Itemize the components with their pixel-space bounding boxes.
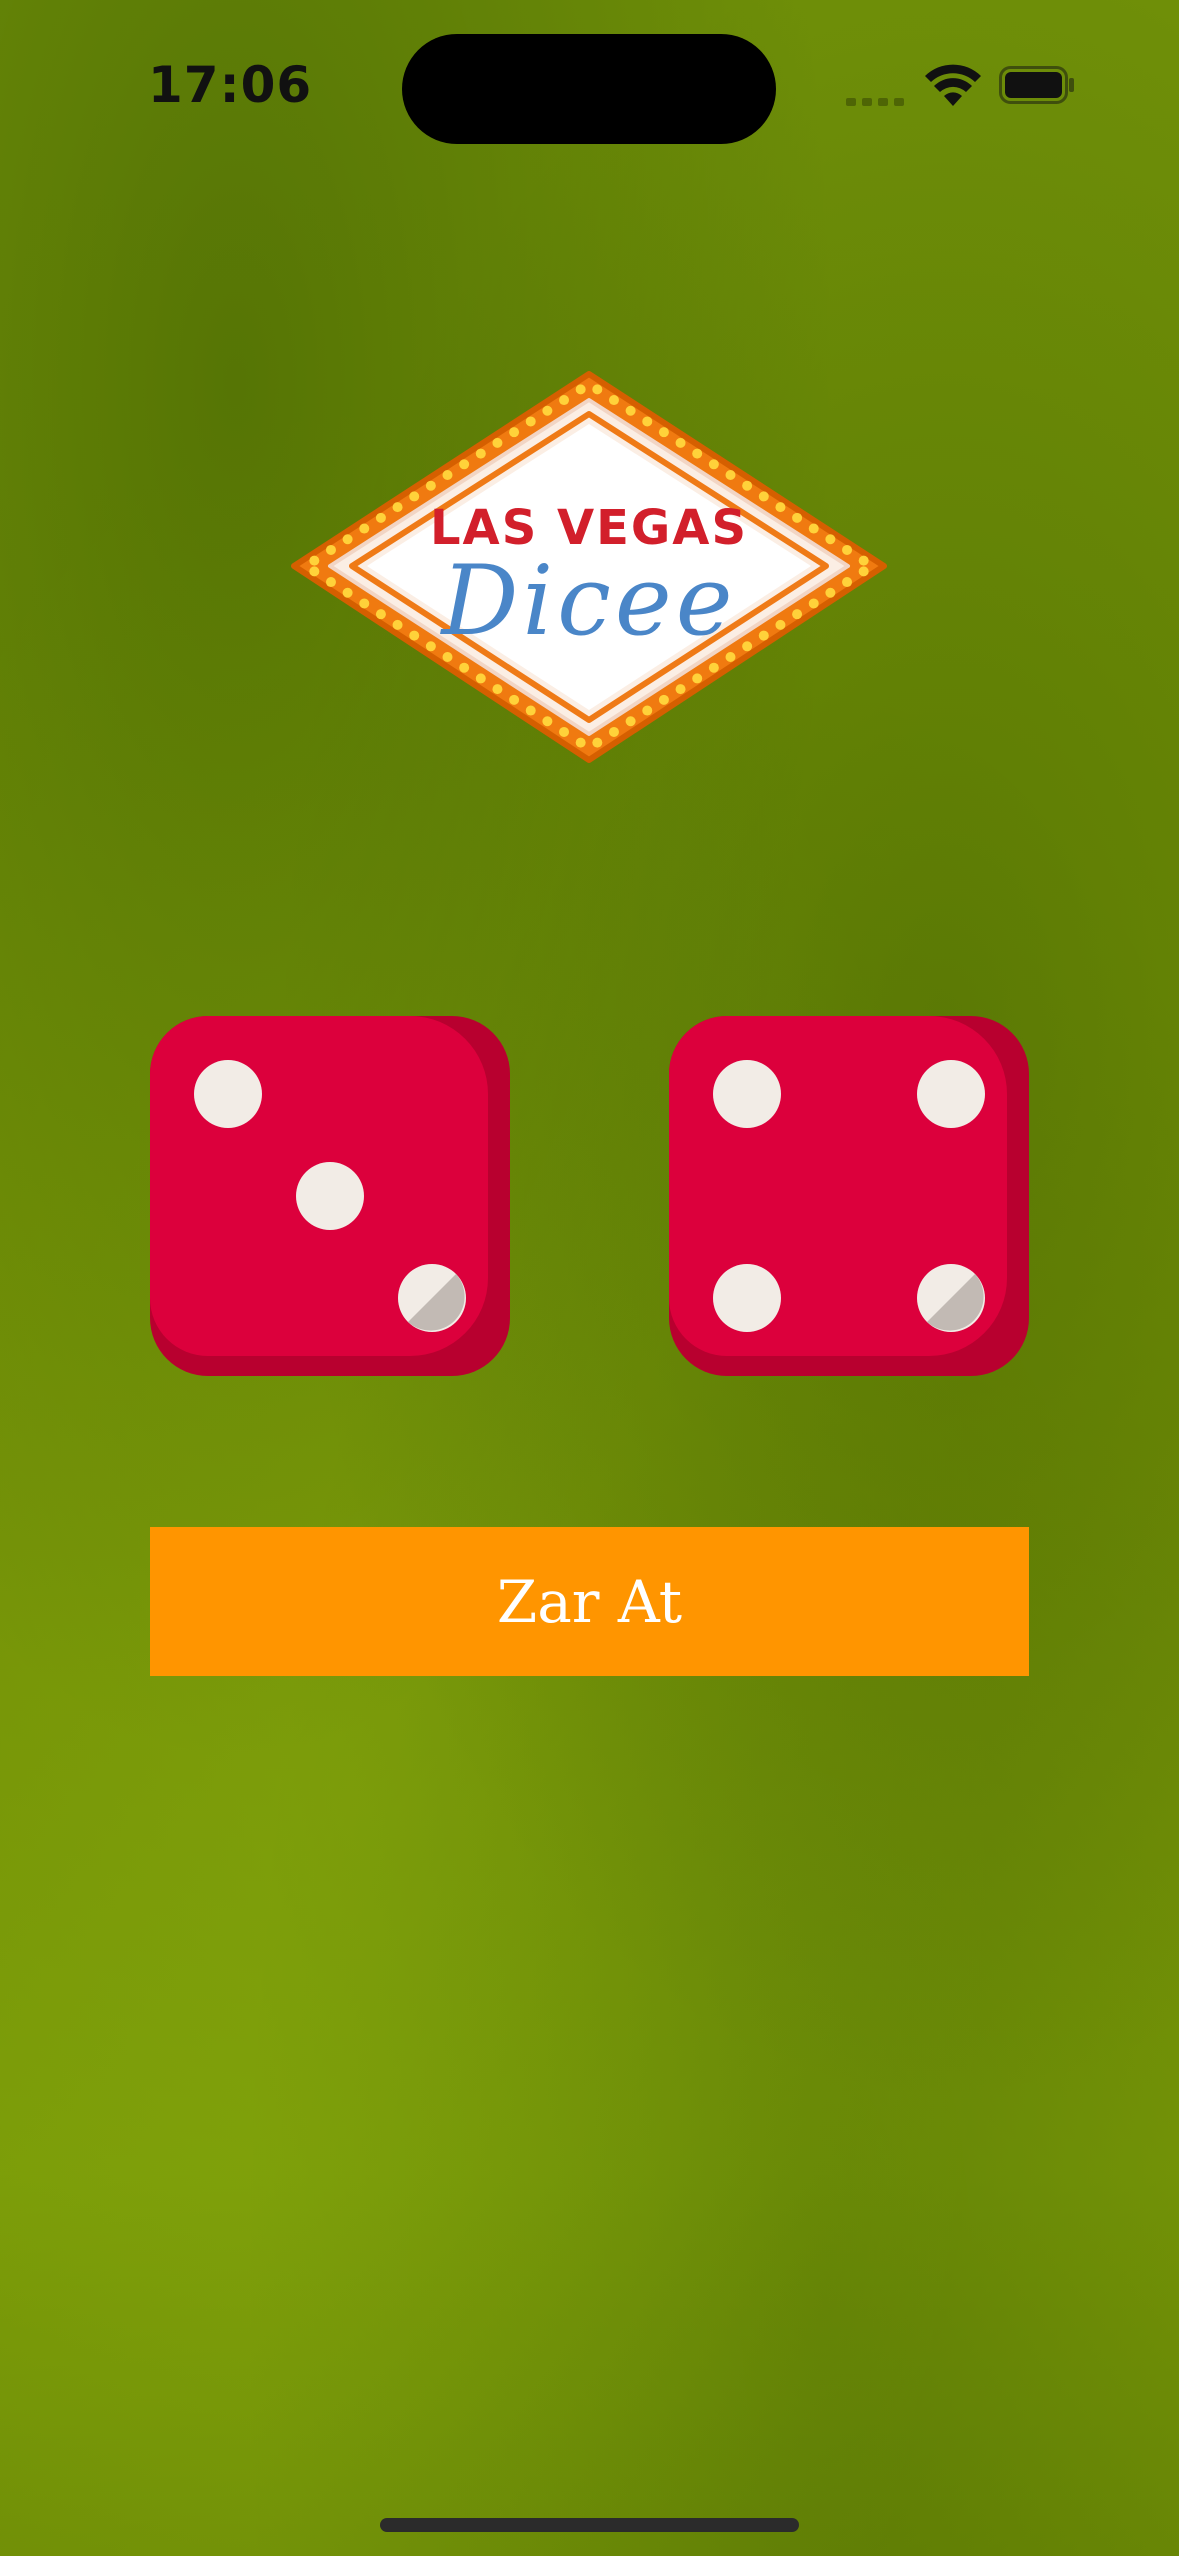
logo-bulb — [425, 641, 436, 652]
logo-bulb — [692, 448, 703, 459]
logo-bulb — [392, 502, 403, 513]
logo-bulb — [808, 523, 819, 534]
logo-bulb — [342, 587, 353, 598]
logo-bulb — [525, 705, 536, 716]
logo-bulb — [642, 705, 653, 716]
logo-bulb — [658, 694, 669, 705]
logo-bulb — [775, 619, 786, 630]
dice-area — [150, 1016, 1030, 1378]
logo-bulb — [492, 684, 503, 695]
logo-bulb — [858, 555, 869, 566]
las-vegas-dicee-logo: LAS VEGAS Dicee — [291, 371, 887, 763]
logo-bulb — [842, 577, 853, 588]
logo-bulb — [792, 609, 803, 620]
logo-bulb — [825, 534, 836, 545]
logo-bulb — [725, 470, 736, 480]
logo-bulb — [559, 726, 570, 737]
battery-icon — [999, 66, 1074, 104]
die-pip — [194, 1060, 262, 1128]
logo-bulb — [575, 737, 586, 748]
logo-bulb — [658, 427, 669, 438]
roll-dice-button[interactable]: Zar At — [150, 1527, 1029, 1676]
logo-bulb — [592, 737, 603, 748]
logo-bulb — [758, 630, 769, 641]
left-die[interactable] — [150, 1016, 510, 1376]
logo-bulb — [475, 673, 486, 684]
logo-bulb — [459, 459, 470, 470]
logo-bulb — [758, 491, 769, 502]
logo-bulb — [359, 523, 370, 534]
logo-bulb — [309, 566, 320, 577]
logo-bulb — [509, 694, 520, 705]
logo-bulb — [708, 459, 719, 470]
logo-bulb — [509, 427, 520, 438]
die-pip — [713, 1060, 781, 1128]
logo-bulb — [575, 384, 586, 395]
logo-bulb — [492, 437, 503, 448]
home-indicator — [380, 2518, 799, 2532]
logo-subtitle: Dicee — [439, 545, 736, 657]
logo-bulb — [475, 448, 486, 459]
logo-bulb — [325, 577, 336, 588]
logo-bulb — [325, 544, 336, 555]
logo-bulb — [825, 587, 836, 598]
logo-bulb — [808, 598, 819, 609]
die-pip — [296, 1162, 364, 1230]
logo-bulb — [742, 480, 753, 491]
logo-bulb — [542, 405, 553, 416]
logo-bulb — [542, 716, 553, 727]
logo-bulb — [692, 673, 703, 684]
dynamic-island — [402, 34, 776, 144]
logo-bulb — [742, 641, 753, 652]
logo-bulb — [842, 544, 853, 555]
logo-bulb — [409, 491, 420, 502]
status-bar: 17:06 — [0, 0, 1179, 170]
logo-bulb — [675, 437, 686, 448]
logo-bulb — [559, 395, 570, 406]
logo-bulb — [775, 502, 786, 513]
right-die[interactable] — [669, 1016, 1029, 1376]
logo-bulb — [642, 416, 653, 427]
signal-icon — [846, 96, 904, 106]
logo-bulb — [792, 512, 803, 523]
wifi-icon — [925, 64, 981, 106]
logo-bulb — [359, 598, 370, 609]
logo-bulb — [858, 566, 869, 577]
logo-bulb — [375, 609, 386, 620]
logo-bulb — [608, 726, 619, 737]
logo-bulb — [525, 416, 536, 427]
logo-bulb — [309, 555, 320, 566]
logo-bulb — [708, 662, 719, 673]
logo-bulb — [425, 480, 436, 491]
die-pip — [713, 1264, 781, 1332]
logo-bulb — [625, 716, 636, 727]
logo-bulb — [625, 405, 636, 416]
die-pip — [917, 1060, 985, 1128]
logo-bulb — [608, 395, 619, 406]
logo-bulb — [459, 662, 470, 673]
status-time: 17:06 — [148, 56, 313, 114]
logo-bulb — [675, 684, 686, 695]
logo-bulb — [592, 384, 603, 395]
logo-bulb — [392, 619, 403, 630]
logo-bulb — [409, 630, 420, 641]
logo-bulb — [342, 534, 353, 545]
logo-bulb — [375, 512, 386, 523]
logo-bulb — [442, 470, 453, 480]
